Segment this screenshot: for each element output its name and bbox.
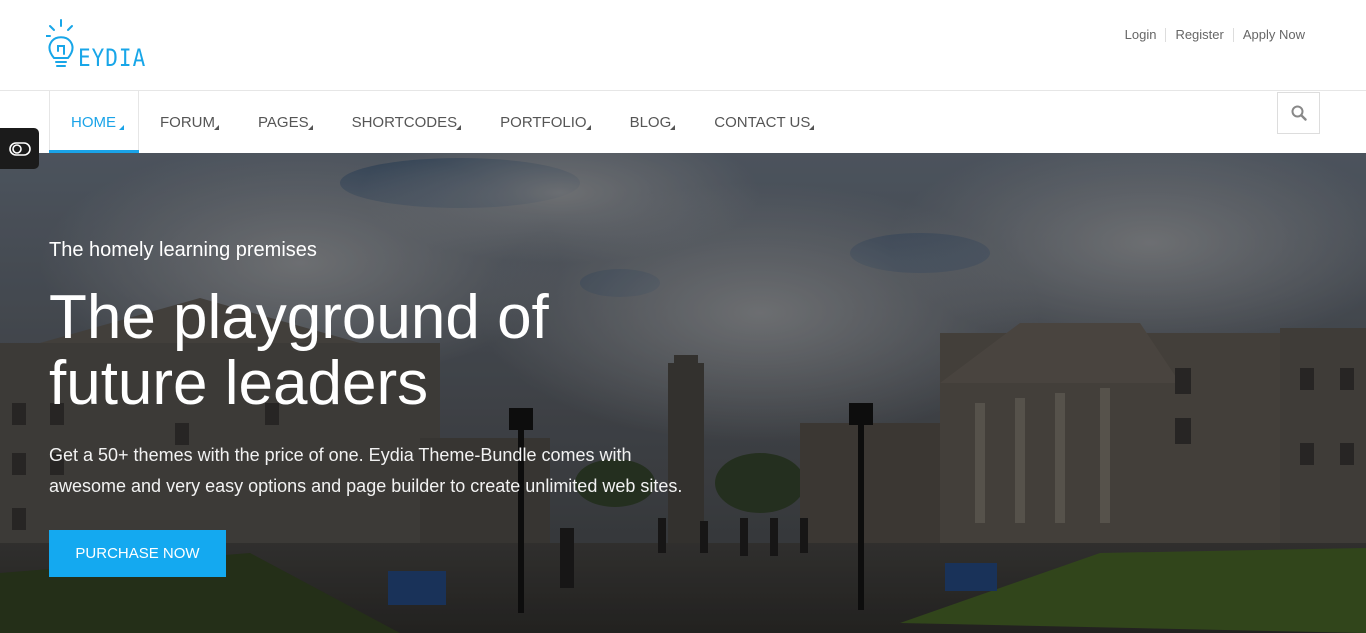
dropdown-caret-icon	[456, 125, 462, 130]
apply-now-link[interactable]: Apply Now	[1232, 28, 1314, 42]
dropdown-caret-icon	[119, 125, 124, 130]
hero-headline-line2: future leaders	[49, 349, 429, 418]
register-link[interactable]: Register	[1165, 28, 1232, 42]
nav-item-forum[interactable]: FORUM	[139, 91, 237, 153]
nav-item-label: PAGES	[258, 113, 309, 131]
nav-item-contact-us[interactable]: CONTACT US	[693, 91, 832, 153]
dropdown-caret-icon	[585, 125, 591, 130]
hero-subtext-line1: Get a 50+ themes with the price of one. …	[49, 445, 632, 465]
auth-links: Login Register Apply Now	[1125, 28, 1314, 42]
logo-text: EYDIA	[78, 44, 147, 72]
site-logo[interactable]: EYDIA	[46, 14, 146, 74]
dropdown-caret-icon	[670, 125, 676, 130]
main-menu: HOME FORUM PAGES SHORTCODES PORTFOLIO BL…	[49, 91, 832, 153]
purchase-now-button[interactable]: PURCHASE NOW	[49, 530, 226, 577]
hero-subtext-line2: awesome and very easy options and page b…	[49, 476, 683, 496]
nav-item-label: FORUM	[160, 113, 215, 131]
nav-item-label: HOME	[71, 113, 116, 131]
dropdown-caret-icon	[809, 125, 815, 130]
side-panel-toggle[interactable]	[0, 128, 39, 169]
nav-item-label: BLOG	[629, 113, 672, 131]
hero-headline: The playground of future leaders	[49, 285, 769, 417]
nav-item-pages[interactable]: PAGES	[237, 91, 331, 153]
top-header: EYDIA Login Register Apply Now	[0, 0, 1366, 91]
hero-headline-line1: The playground of	[49, 283, 549, 352]
nav-item-label: SHORTCODES	[351, 113, 458, 131]
main-navbar: HOME FORUM PAGES SHORTCODES PORTFOLIO BL…	[0, 91, 1366, 153]
login-link[interactable]: Login	[1125, 28, 1166, 42]
lightbulb-icon	[46, 19, 74, 67]
nav-item-home[interactable]: HOME	[49, 91, 139, 153]
nav-item-shortcodes[interactable]: SHORTCODES	[331, 91, 480, 153]
search-button[interactable]	[1277, 92, 1320, 134]
hero-banner: The homely learning premises The playgro…	[0, 153, 1366, 633]
search-icon	[1291, 105, 1307, 121]
nav-item-portfolio[interactable]: PORTFOLIO	[479, 91, 608, 153]
nav-item-label: CONTACT US	[714, 113, 811, 131]
toggle-icon	[8, 141, 31, 156]
nav-item-label: PORTFOLIO	[500, 113, 587, 131]
dropdown-caret-icon	[307, 125, 313, 130]
dropdown-caret-icon	[214, 125, 219, 130]
hero-subtext: Get a 50+ themes with the price of one. …	[49, 440, 789, 502]
nav-item-blog[interactable]: BLOG	[609, 91, 694, 153]
hero-eyebrow: The homely learning premises	[49, 239, 317, 261]
